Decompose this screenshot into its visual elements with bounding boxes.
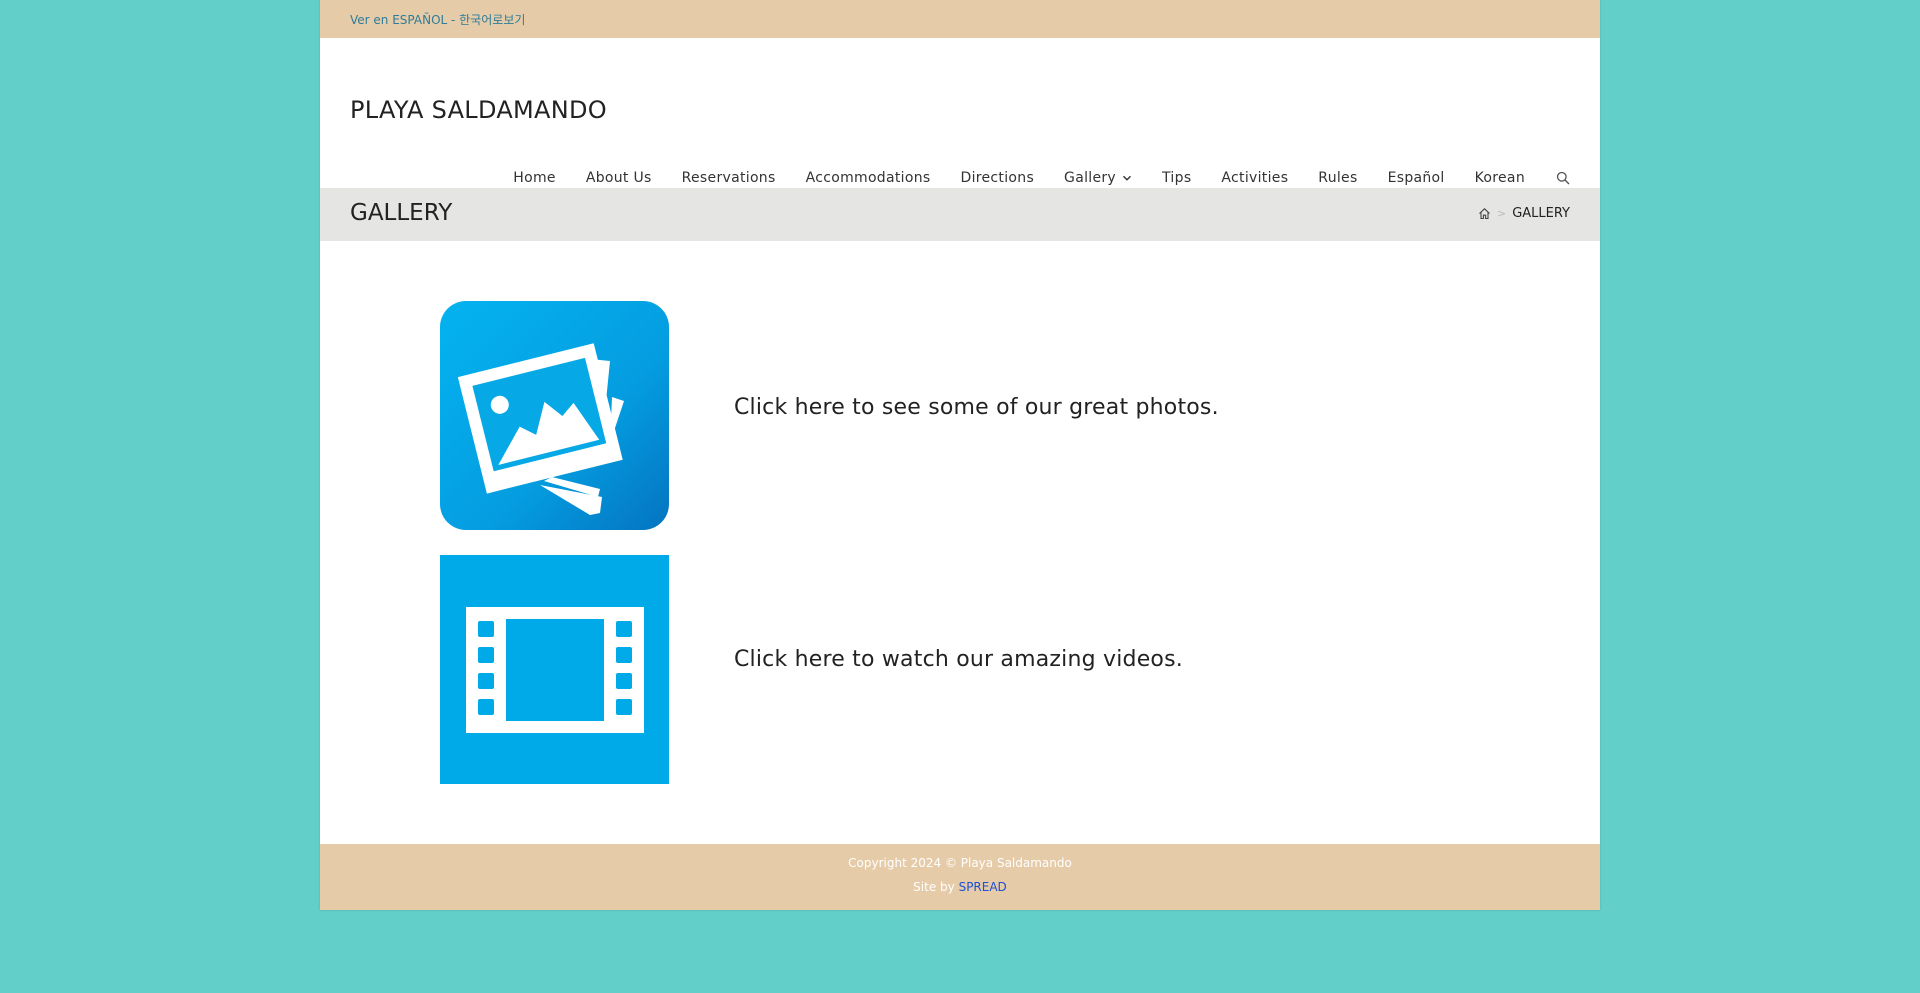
nav-item-korean[interactable]: Korean bbox=[1460, 170, 1540, 186]
home-icon[interactable] bbox=[1478, 207, 1491, 220]
photos-link[interactable]: Click here to see some of our great phot… bbox=[734, 395, 1219, 420]
main-nav: Home About Us Reservations Accommodation… bbox=[498, 170, 1578, 186]
nav-item-espanol[interactable]: Español bbox=[1373, 170, 1460, 186]
breadcrumb-current: GALLERY bbox=[1512, 206, 1570, 221]
breadcrumb: > GALLERY bbox=[1478, 206, 1570, 221]
site-by-line: Site by SPREAD bbox=[320, 880, 1600, 894]
chevron-down-icon bbox=[1123, 175, 1132, 181]
videos-link[interactable]: Click here to watch our amazing videos. bbox=[734, 647, 1183, 672]
page-container: Ver en ESPAÑOL - 한국어로보기 PLAYA SALDAMANDO… bbox=[320, 0, 1600, 910]
site-title[interactable]: PLAYA SALDAMANDO bbox=[350, 96, 607, 124]
nav-item-gallery[interactable]: Gallery bbox=[1049, 170, 1147, 186]
nav-item-rules[interactable]: Rules bbox=[1303, 170, 1372, 186]
site-footer: Copyright 2024 © Playa Saldamando Site b… bbox=[320, 844, 1600, 910]
videos-row: Click here to watch our amazing videos. bbox=[440, 555, 1440, 784]
language-links[interactable]: Ver en ESPAÑOL - 한국어로보기 bbox=[350, 11, 525, 28]
photos-row: Click here to see some of our great phot… bbox=[440, 301, 1440, 530]
nav-item-tips[interactable]: Tips bbox=[1147, 170, 1206, 186]
top-bar: Ver en ESPAÑOL - 한국어로보기 bbox=[320, 0, 1600, 38]
search-toggle[interactable] bbox=[1540, 171, 1578, 185]
spread-link[interactable]: SPREAD bbox=[959, 880, 1007, 894]
breadcrumb-separator: > bbox=[1496, 207, 1507, 220]
page-title: GALLERY bbox=[350, 200, 453, 226]
photos-icon[interactable] bbox=[440, 301, 669, 530]
site-by-label: Site by bbox=[913, 880, 955, 894]
video-film-icon[interactable] bbox=[440, 555, 669, 784]
copyright-text: Copyright 2024 © Playa Saldamando bbox=[848, 856, 1072, 870]
search-icon bbox=[1556, 171, 1570, 185]
nav-item-about-us[interactable]: About Us bbox=[571, 170, 667, 186]
nav-item-accommodations[interactable]: Accommodations bbox=[791, 170, 946, 186]
nav-item-home[interactable]: Home bbox=[498, 170, 571, 186]
nav-item-activities[interactable]: Activities bbox=[1206, 170, 1303, 186]
nav-item-reservations[interactable]: Reservations bbox=[667, 170, 791, 186]
site-header: PLAYA SALDAMANDO Home About Us Reservati… bbox=[320, 38, 1600, 188]
nav-item-directions[interactable]: Directions bbox=[946, 170, 1050, 186]
page-header: GALLERY > GALLERY bbox=[320, 188, 1600, 241]
